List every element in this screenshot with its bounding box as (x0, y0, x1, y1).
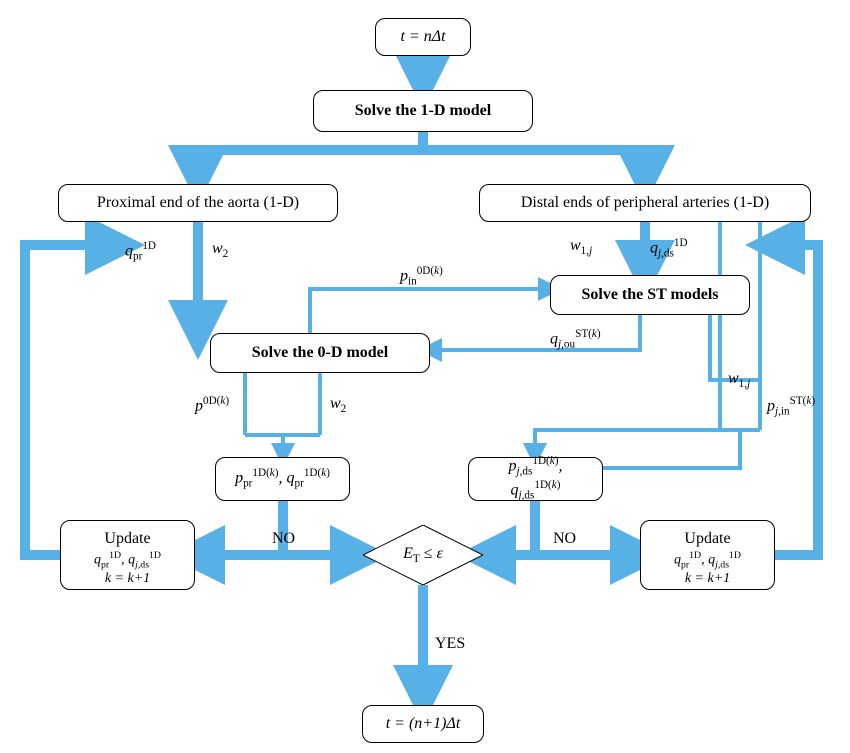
update-left-title: Update (75, 529, 180, 548)
lbl-p0dk: p0D(k) (195, 395, 229, 415)
node-solve1d: Solve the 1-D model (313, 90, 533, 132)
lbl-w2: w2 (212, 240, 228, 260)
lbl-qpr1d: qpr1D (125, 240, 156, 263)
node-iter-left: ppr1D(k), qpr1D(k) (215, 457, 350, 501)
node-update-right: Update qpr1D, qj,ds1D k = k+1 (640, 520, 775, 590)
lbl-pstin: pj,inST(k) (767, 395, 815, 418)
node-iter-right: pj,ds1D(k), qj,ds1D(k) (468, 457, 603, 501)
node-solve-st: Solve the ST models (550, 275, 750, 315)
lbl-no-right: NO (553, 530, 576, 548)
node-decision: ET ≤ ε (363, 525, 483, 585)
node-solve-0d: Solve the 0-D model (210, 333, 430, 373)
node-distal: Distal ends of peripheral arteries (1-D) (479, 184, 811, 222)
node-distal-label: Distal ends of peripheral arteries (1-D) (521, 193, 769, 212)
node-proximal-label: Proximal end of the aorta (1-D) (97, 193, 299, 212)
node-solve-st-label: Solve the ST models (581, 285, 718, 304)
node-proximal: Proximal end of the aorta (1-D) (58, 184, 338, 222)
lbl-qjds1d: qj,ds1D (650, 237, 688, 260)
update-right-k: k = k+1 (655, 571, 760, 588)
lbl-w1j-down: w1,j (728, 370, 750, 390)
update-right-title: Update (655, 529, 760, 548)
node-end-label: t = (n+1)Δt (386, 714, 461, 733)
node-start-label: t = nΔt (400, 27, 445, 46)
update-right-b: qpr1D, qj,ds1D (655, 550, 760, 571)
lbl-w2-down: w2 (330, 395, 346, 415)
lbl-w1j: w1,j (570, 237, 592, 257)
lbl-yes: YES (435, 635, 465, 653)
node-solve1d-label: Solve the 1-D model (355, 101, 491, 120)
iter-left-text: ppr1D(k), qpr1D(k) (235, 467, 330, 491)
flowchart: t = nΔt Solve the 1-D model Proximal end… (0, 0, 850, 753)
update-left-k: k = k+1 (75, 571, 180, 588)
node-update-left: Update qpr1D, qj,ds1D k = k+1 (60, 520, 195, 590)
iter-right-text: pj,ds1D(k), qj,ds1D(k) (483, 455, 588, 503)
node-solve-0d-label: Solve the 0-D model (252, 343, 388, 362)
update-left-b: qpr1D, qj,ds1D (75, 550, 180, 571)
lbl-no-left: NO (272, 530, 295, 548)
lbl-pin0dk: pin0D(k) (400, 265, 443, 288)
node-end: t = (n+1)Δt (362, 705, 484, 743)
lbl-qstou: qj,ouST(k) (550, 328, 601, 351)
node-start: t = nΔt (375, 18, 471, 56)
decision-label: ET ≤ ε (363, 525, 483, 585)
